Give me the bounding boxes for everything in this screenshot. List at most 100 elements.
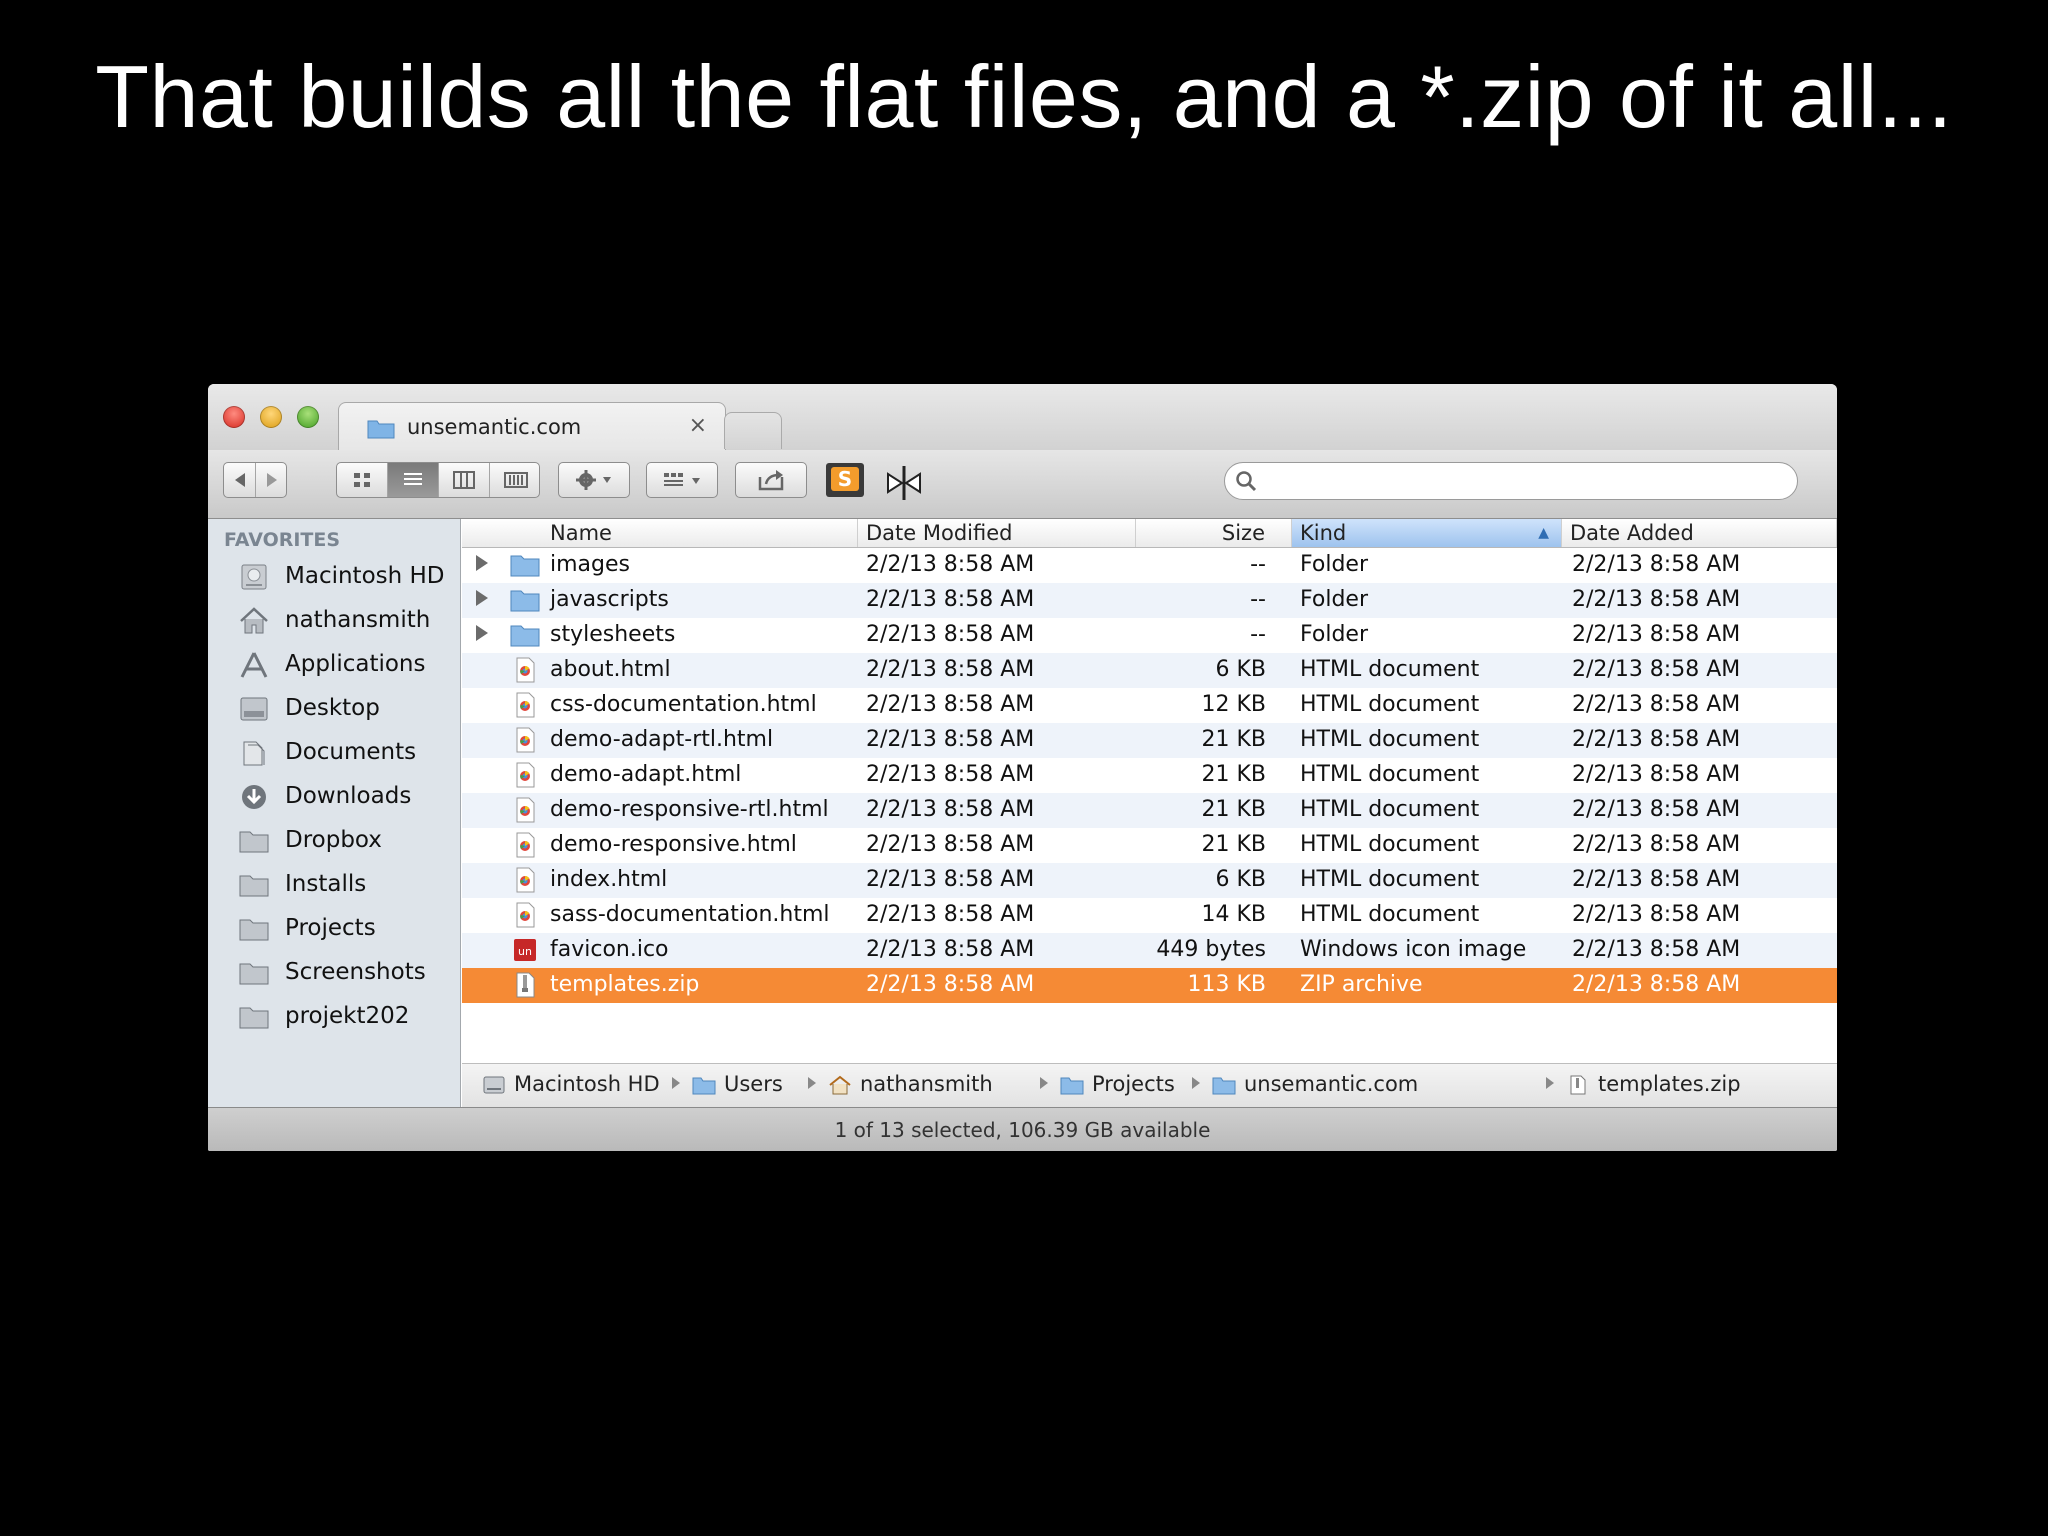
back-button[interactable] xyxy=(224,463,256,497)
file-date-modified: 2/2/13 8:58 AM xyxy=(866,832,1035,857)
column-header-kind[interactable]: Kind ▲ xyxy=(1292,519,1562,547)
sidebar-item-installs[interactable]: Installs xyxy=(238,865,458,905)
icon-view-button[interactable] xyxy=(337,463,388,497)
columns-icon xyxy=(453,471,475,489)
merge-icon-graphic xyxy=(887,466,921,500)
crumb-label: Users xyxy=(724,1072,783,1096)
file-date-modified: 2/2/13 8:58 AM xyxy=(866,587,1035,612)
sidebar-item-documents[interactable]: Documents xyxy=(238,733,458,773)
toolbar: S xyxy=(208,450,1837,519)
sidebar-item-projects[interactable]: Projects xyxy=(238,909,458,949)
path-crumb-nathansmith[interactable]: nathansmith xyxy=(828,1072,993,1096)
hard-drive-icon xyxy=(483,1076,505,1094)
sidebar-item-macintosh-hd[interactable]: Macintosh HD xyxy=(238,557,458,597)
list-view-button[interactable] xyxy=(388,463,439,497)
disclosure-triangle-icon[interactable] xyxy=(476,555,488,571)
arrange-icon xyxy=(664,473,700,486)
path-crumb-unsemantic[interactable]: unsemantic.com xyxy=(1212,1072,1418,1096)
file-kind: HTML document xyxy=(1300,832,1480,857)
path-crumb-macintosh-hd[interactable]: Macintosh HD xyxy=(482,1072,660,1096)
hard-drive-icon xyxy=(241,564,267,590)
close-window-button[interactable] xyxy=(223,406,245,428)
sidebar-item-label: Documents xyxy=(285,739,417,765)
forward-button[interactable] xyxy=(256,463,288,497)
file-size: 21 KB xyxy=(1201,832,1266,857)
file-row[interactable]: javascripts 2/2/13 8:58 AM -- Folder 2/2/13 … xyxy=(462,583,1837,618)
file-row[interactable]: demo-adapt.html 2/2/13 8:58 AM 21 KB HTML d… xyxy=(462,758,1837,793)
file-row[interactable]: images 2/2/13 8:58 AM -- Folder 2/2/13 8:58 … xyxy=(462,548,1837,583)
file-date-added: 2/2/13 8:58 AM xyxy=(1572,727,1741,752)
tab-close-button[interactable]: × xyxy=(689,413,707,438)
file-date-added: 2/2/13 8:58 AM xyxy=(1572,867,1741,892)
file-row[interactable]: demo-adapt-rtl.html 2/2/13 8:58 AM 21 KB HT… xyxy=(462,723,1837,758)
file-kind: HTML document xyxy=(1300,902,1480,927)
html-file-icon xyxy=(510,902,540,928)
arrange-menu-button[interactable] xyxy=(646,462,718,498)
file-name: demo-adapt-rtl.html xyxy=(550,727,774,752)
sidebar-item-label: Dropbox xyxy=(285,827,382,853)
tab-unsemantic[interactable]: unsemantic.com × xyxy=(338,402,726,453)
folder-icon xyxy=(1060,1077,1084,1095)
file-name: demo-responsive.html xyxy=(550,832,797,857)
path-crumb-projects[interactable]: Projects xyxy=(1060,1072,1175,1096)
action-menu-button[interactable] xyxy=(558,462,630,498)
search-icon xyxy=(1236,471,1257,492)
new-tab-button[interactable] xyxy=(724,412,782,449)
path-crumb-templates-zip[interactable]: templates.zip xyxy=(1566,1072,1741,1096)
file-date-added: 2/2/13 8:58 AM xyxy=(1572,692,1741,717)
sidebar-item-desktop[interactable]: Desktop xyxy=(238,689,458,729)
file-kind: Folder xyxy=(1300,552,1368,577)
merge-tool-icon[interactable] xyxy=(884,464,924,502)
sidebar-item-downloads[interactable]: Downloads xyxy=(238,777,458,817)
file-date-modified: 2/2/13 8:58 AM xyxy=(866,867,1035,892)
share-button[interactable] xyxy=(735,462,807,498)
file-size: -- xyxy=(1250,552,1266,577)
file-row[interactable]: demo-responsive-rtl.html 2/2/13 8:58 AM 21… xyxy=(462,793,1837,828)
file-date-added: 2/2/13 8:58 AM xyxy=(1572,762,1741,787)
path-crumb-users[interactable]: Users xyxy=(692,1072,783,1096)
zip-file-icon xyxy=(1570,1075,1586,1095)
file-row[interactable]: sass-documentation.html 2/2/13 8:58 AM 14 … xyxy=(462,898,1837,933)
slide-title: That builds all the flat files, and a *.… xyxy=(95,47,1953,146)
sublime-text-icon[interactable]: S xyxy=(825,462,865,500)
list-icon xyxy=(404,473,422,485)
file-row[interactable]: css-documentation.html 2/2/13 8:58 AM 12 K… xyxy=(462,688,1837,723)
column-header-date-added[interactable]: Date Added xyxy=(1562,519,1837,547)
sidebar-item-screenshots[interactable]: Screenshots xyxy=(238,953,458,993)
column-header-size[interactable]: Size xyxy=(1136,519,1292,547)
zoom-window-button[interactable] xyxy=(297,406,319,428)
folder-icon xyxy=(239,831,269,853)
file-row[interactable]: index.html 2/2/13 8:58 AM 6 KB HTML documen… xyxy=(462,863,1837,898)
sidebar-item-applications[interactable]: Applications xyxy=(238,645,458,685)
disclosure-triangle-icon[interactable] xyxy=(476,590,488,606)
sidebar-item-nathansmith[interactable]: nathansmith xyxy=(238,601,458,641)
file-kind: HTML document xyxy=(1300,797,1480,822)
search-field[interactable] xyxy=(1224,462,1798,500)
minimize-window-button[interactable] xyxy=(260,406,282,428)
file-kind: HTML document xyxy=(1300,727,1480,752)
file-date-added: 2/2/13 8:58 AM xyxy=(1572,657,1741,682)
file-size: 6 KB xyxy=(1215,867,1266,892)
file-row[interactable]: demo-responsive.html 2/2/13 8:58 AM 21 KB H… xyxy=(462,828,1837,863)
folder-icon xyxy=(692,1077,716,1095)
column-header-name[interactable]: Name xyxy=(462,519,858,547)
search-input[interactable] xyxy=(1265,469,1779,495)
file-row[interactable]: about.html 2/2/13 8:58 AM 6 KB HTML documen… xyxy=(462,653,1837,688)
disclosure-triangle-icon[interactable] xyxy=(476,625,488,641)
file-row[interactable]: un favicon.ico 2/2/13 8:58 AM 449 bytes Wind… xyxy=(462,933,1837,968)
html-file-icon xyxy=(510,832,540,858)
column-header-date-modified[interactable]: Date Modified xyxy=(858,519,1136,547)
file-row[interactable]: stylesheets 2/2/13 8:58 AM -- Folder 2/2/13 … xyxy=(462,618,1837,653)
finder-window: unsemantic.com × S FAVORITES Macintosh H… xyxy=(208,384,1837,1151)
file-name: css-documentation.html xyxy=(550,692,817,717)
sidebar-item-projekt202[interactable]: projekt202 xyxy=(238,997,458,1037)
coverflow-view-button[interactable] xyxy=(490,463,541,497)
file-name: stylesheets xyxy=(550,622,676,647)
gear-icon xyxy=(576,470,611,490)
file-kind: Folder xyxy=(1300,622,1368,647)
file-kind: Windows icon image xyxy=(1300,937,1527,962)
file-name: images xyxy=(550,552,630,577)
column-view-button[interactable] xyxy=(439,463,490,497)
file-row[interactable]: templates.zip 2/2/13 8:58 AM 113 KB ZIP arc… xyxy=(462,968,1837,1003)
sidebar-item-dropbox[interactable]: Dropbox xyxy=(238,821,458,861)
